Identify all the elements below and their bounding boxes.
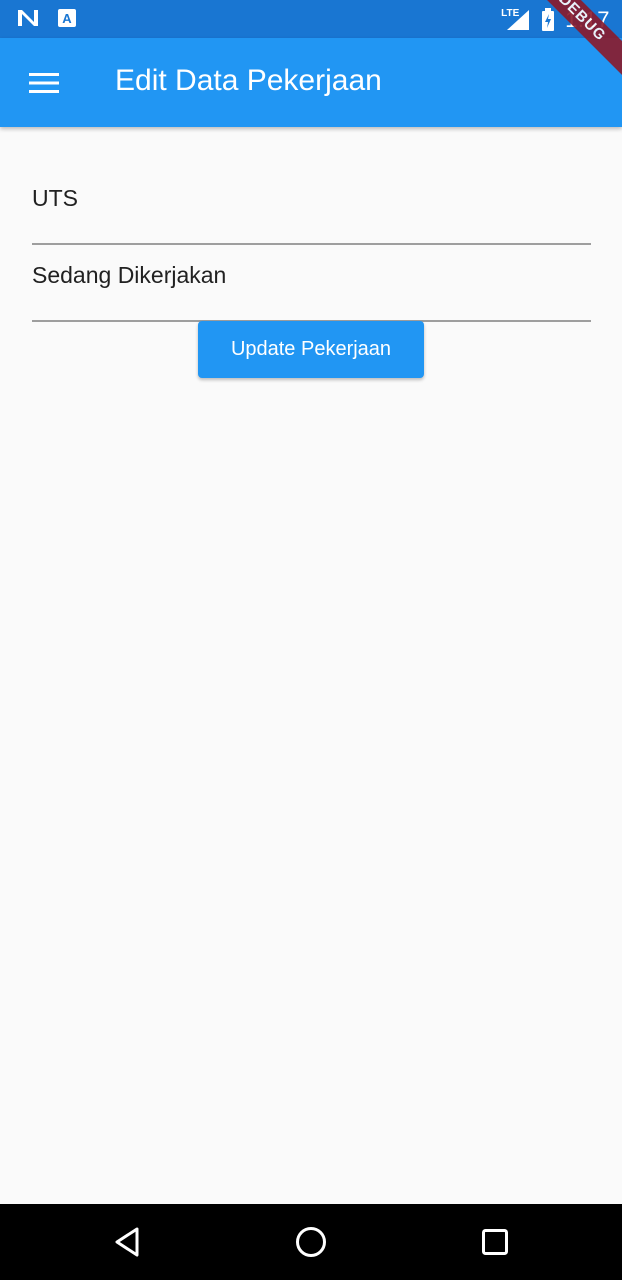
home-button[interactable] (287, 1218, 335, 1266)
a-app-icon: A (58, 9, 76, 27)
update-job-button[interactable]: Update Pekerjaan (198, 321, 424, 378)
network-label: LTE (501, 8, 520, 19)
job-status-field (32, 245, 591, 322)
n-logo-icon (18, 10, 38, 26)
home-circle-icon (296, 1227, 326, 1257)
back-button[interactable] (103, 1218, 151, 1266)
recents-square-icon (482, 1229, 508, 1255)
menu-button[interactable] (18, 59, 70, 107)
hamburger-menu-icon (29, 73, 59, 93)
back-triangle-icon (115, 1227, 139, 1257)
page-title: Edit Data Pekerjaan (115, 64, 382, 97)
battery-charging-icon (542, 8, 555, 31)
job-status-input[interactable] (32, 245, 591, 305)
system-nav-bar (0, 1204, 622, 1280)
recents-button[interactable] (471, 1218, 519, 1266)
job-name-field (32, 168, 591, 245)
edit-form (32, 168, 591, 322)
status-bar: A LTE 1:17 (0, 0, 622, 38)
status-left-icons: A (16, 8, 76, 28)
job-name-input[interactable] (32, 168, 591, 228)
app-bar: Edit Data Pekerjaan (0, 38, 622, 127)
lte-signal-icon: LTE (501, 8, 531, 32)
